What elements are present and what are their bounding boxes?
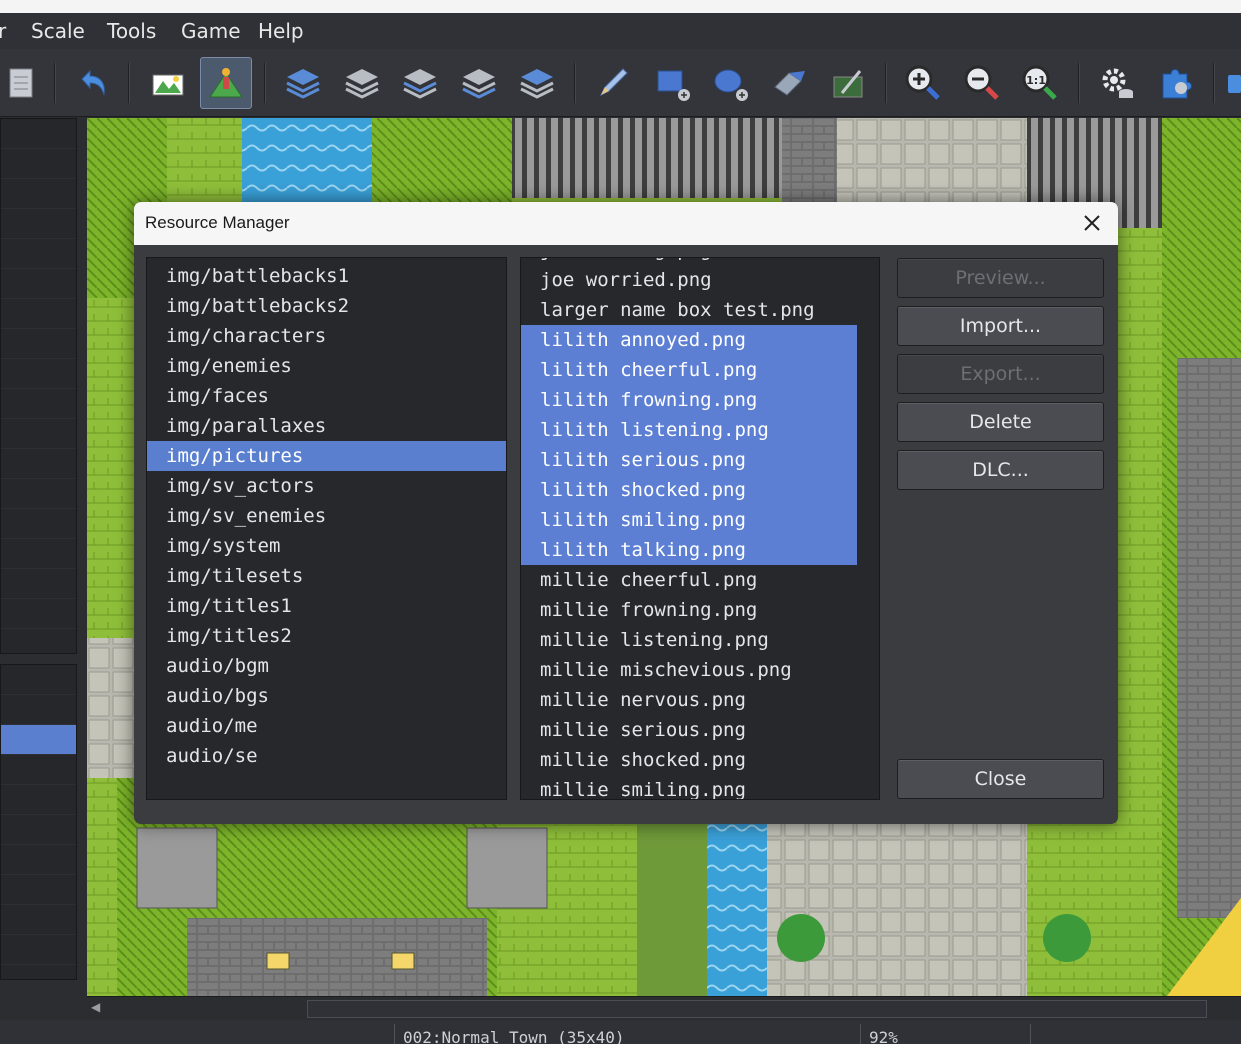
delete-button[interactable]: Delete bbox=[897, 402, 1104, 442]
menu-item-game[interactable]: Game bbox=[181, 19, 241, 43]
file-list-item[interactable]: millie mischevious.png bbox=[521, 655, 857, 685]
file-list-item[interactable]: millie listening.png bbox=[521, 625, 857, 655]
file-list-item[interactable]: lilith listening.png bbox=[521, 415, 857, 445]
plugin-manager-icon[interactable] bbox=[1150, 57, 1202, 109]
dlc-button[interactable]: DLC... bbox=[897, 450, 1104, 490]
rectangle-icon[interactable] bbox=[646, 57, 698, 109]
file-list-item[interactable]: millie frowning.png bbox=[521, 595, 857, 625]
folder-list-item[interactable]: img/system bbox=[147, 531, 506, 561]
file-list-item[interactable]: joe worried.png bbox=[521, 265, 857, 295]
status-bar: 002:Normal Town (35x40) 92% bbox=[0, 1020, 1241, 1044]
file-list-item[interactable]: lilith talking.png bbox=[521, 535, 857, 565]
layer-auto-icon[interactable] bbox=[511, 57, 563, 109]
ellipse-icon[interactable] bbox=[704, 57, 756, 109]
file-list-item[interactable]: lilith shocked.png bbox=[521, 475, 857, 505]
zoom-in-icon[interactable] bbox=[897, 57, 949, 109]
file-list[interactable]: joe talking.pngjoe worried.pnglarger nam… bbox=[520, 257, 880, 800]
close-icon[interactable] bbox=[1080, 211, 1104, 235]
file-list-item[interactable]: millie serious.png bbox=[521, 715, 857, 745]
close-button[interactable]: Close bbox=[897, 759, 1104, 799]
layer-1-icon[interactable] bbox=[277, 57, 329, 109]
toolbar-separator bbox=[54, 63, 56, 103]
folder-list-item[interactable]: img/faces bbox=[147, 381, 506, 411]
toolbar-separator bbox=[128, 63, 130, 103]
folder-list-item[interactable]: audio/me bbox=[147, 711, 506, 741]
file-list-item[interactable]: millie nervous.png bbox=[521, 685, 857, 715]
file-list-item[interactable]: larger name box test.png bbox=[521, 295, 857, 325]
map-mode-icon[interactable] bbox=[142, 57, 194, 109]
folder-list-item[interactable]: img/battlebacks1 bbox=[147, 261, 506, 291]
file-list-item[interactable]: lilith cheerful.png bbox=[521, 355, 857, 385]
import-button[interactable]: Import... bbox=[897, 306, 1104, 346]
map-tree-panel[interactable] bbox=[0, 664, 77, 980]
notebook-icon[interactable] bbox=[0, 57, 44, 109]
folder-list-item[interactable]: audio/se bbox=[147, 741, 506, 771]
shadow-pen-icon[interactable] bbox=[822, 57, 874, 109]
scroll-left-arrow-icon[interactable]: ◀ bbox=[91, 1000, 100, 1014]
status-map-name: 002:Normal Town (35x40) bbox=[394, 1024, 860, 1044]
resource-manager-dialog: Resource Manager img/battlebacks1 img/bat… bbox=[134, 202, 1118, 824]
folder-list-item[interactable]: audio/bgs bbox=[147, 681, 506, 711]
dialog-title: Resource Manager bbox=[145, 213, 290, 232]
toolbar-overflow-icon[interactable] bbox=[1228, 75, 1241, 93]
zoom-actual-icon[interactable]: 1:1 bbox=[1014, 57, 1066, 109]
file-list-item[interactable]: joe talking.png bbox=[521, 258, 857, 265]
map-tree-selected-item[interactable] bbox=[1, 725, 76, 755]
tileset-palette-panel[interactable] bbox=[0, 118, 77, 654]
toolbar-separator bbox=[1213, 63, 1215, 103]
folder-list-item[interactable]: img/pictures bbox=[147, 441, 506, 471]
event-mode-icon[interactable] bbox=[200, 57, 252, 109]
folder-list-item[interactable]: img/characters bbox=[147, 321, 506, 351]
export-button[interactable]: Export... bbox=[897, 354, 1104, 394]
folder-list-item[interactable]: img/sv_actors bbox=[147, 471, 506, 501]
toolbar-separator bbox=[885, 63, 887, 103]
folder-list[interactable]: img/battlebacks1 img/battlebacks2 img/char… bbox=[146, 257, 507, 800]
database-icon[interactable] bbox=[1091, 57, 1143, 109]
toolbar-separator bbox=[264, 63, 266, 103]
layer-2-icon[interactable] bbox=[336, 57, 388, 109]
file-list-item[interactable]: millie shocked.png bbox=[521, 745, 857, 775]
layer-3-icon[interactable] bbox=[394, 57, 446, 109]
folder-list-item[interactable]: img/titles2 bbox=[147, 621, 506, 651]
toolbar-separator bbox=[574, 63, 576, 103]
scrollbar-thumb[interactable] bbox=[307, 1000, 1207, 1018]
zoom-out-icon[interactable] bbox=[956, 57, 1008, 109]
menu-item-editor[interactable]: r bbox=[0, 19, 6, 43]
folder-list-item[interactable]: audio/bgm bbox=[147, 651, 506, 681]
file-list-item[interactable]: lilith smiling.png bbox=[521, 505, 857, 535]
folder-list-item[interactable]: img/titles1 bbox=[147, 591, 506, 621]
menu-item-help[interactable]: Help bbox=[258, 19, 304, 43]
menu-item-tools[interactable]: Tools bbox=[107, 19, 156, 43]
dialog-title-bar[interactable]: Resource Manager bbox=[134, 202, 1118, 245]
folder-list-item[interactable]: img/tilesets bbox=[147, 561, 506, 591]
window-top-edge bbox=[0, 0, 1241, 13]
menu-item-scale[interactable]: Scale bbox=[31, 19, 85, 43]
status-empty-cell bbox=[1030, 1024, 1130, 1044]
zoom-actual-label: 1:1 bbox=[1026, 74, 1046, 87]
map-horizontal-scrollbar[interactable]: ◀ bbox=[87, 996, 1241, 1020]
toolbar-separator bbox=[1078, 63, 1080, 103]
folder-list-item[interactable]: img/battlebacks2 bbox=[147, 291, 506, 321]
file-list-item[interactable]: millie smiling.png bbox=[521, 775, 857, 799]
toolbar: 1:1 bbox=[0, 49, 1241, 117]
file-list-item[interactable]: lilith annoyed.png bbox=[521, 325, 857, 355]
preview-button[interactable]: Preview... bbox=[897, 258, 1104, 298]
pencil-icon[interactable] bbox=[587, 57, 639, 109]
file-list-items: joe talking.pngjoe worried.pnglarger nam… bbox=[521, 258, 857, 799]
menu-bar: r Scale Tools Game Help bbox=[0, 13, 1241, 49]
folder-list-item[interactable]: img/parallaxes bbox=[147, 411, 506, 441]
file-list-item[interactable]: lilith frowning.png bbox=[521, 385, 857, 415]
folder-list-item[interactable]: img/enemies bbox=[147, 351, 506, 381]
file-list-item[interactable]: millie cheerful.png bbox=[521, 565, 857, 595]
file-list-item[interactable]: lilith serious.png bbox=[521, 445, 857, 475]
layer-4-icon[interactable] bbox=[453, 57, 505, 109]
folder-list-item[interactable]: img/sv_enemies bbox=[147, 501, 506, 531]
status-zoom: 92% bbox=[860, 1024, 1030, 1044]
fill-icon[interactable] bbox=[763, 57, 815, 109]
undo-icon[interactable] bbox=[66, 57, 118, 109]
